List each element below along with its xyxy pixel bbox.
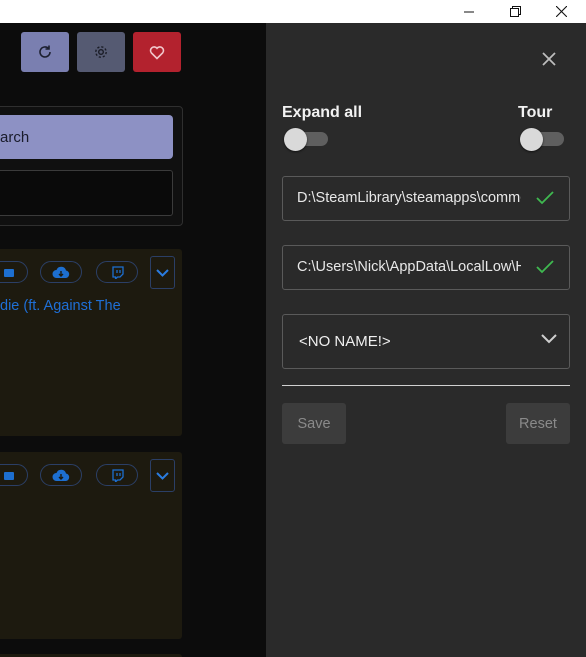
tour-toggle[interactable]	[518, 128, 566, 151]
gear-icon	[95, 46, 107, 58]
download-button[interactable]	[40, 261, 82, 283]
profile-select[interactable]: <NO NAME!>	[282, 314, 570, 369]
save-path-input[interactable]: C:\Users\Nick\AppData\LocalLow\Hinterlan…	[282, 245, 570, 290]
chevron-down-icon	[541, 334, 557, 344]
restore-button[interactable]	[492, 0, 538, 23]
expand-all-toggle[interactable]	[282, 128, 330, 151]
folder-icon	[4, 472, 14, 480]
mod-card: die (ft. Against The	[0, 249, 182, 436]
close-icon	[542, 52, 556, 66]
twitch-icon	[111, 265, 124, 279]
expand-card-button[interactable]	[150, 256, 175, 289]
folder-icon	[4, 269, 14, 277]
toggle-thumb	[520, 128, 543, 151]
main-app-area: arch die (ft. Against The	[0, 23, 266, 657]
close-icon	[555, 6, 567, 17]
search-button[interactable]: arch	[0, 115, 173, 159]
checkmark-icon	[536, 191, 554, 205]
game-path-input[interactable]: D:\SteamLibrary\steamapps\common\	[282, 176, 570, 221]
card-title-link[interactable]: die (ft. Against The	[0, 298, 182, 314]
search-input[interactable]	[0, 170, 173, 216]
game-path-value: D:\SteamLibrary\steamapps\common\	[297, 190, 521, 206]
mod-card	[0, 452, 182, 639]
reset-button[interactable]: Reset	[506, 403, 570, 444]
window-title-bar	[0, 0, 586, 23]
close-drawer-button[interactable]	[539, 49, 559, 69]
restore-icon	[509, 6, 521, 17]
refresh-button[interactable]	[21, 32, 69, 72]
save-path-value: C:\Users\Nick\AppData\LocalLow\Hinterlan…	[297, 259, 521, 275]
twitch-button[interactable]	[96, 464, 138, 486]
cloud-download-icon	[52, 266, 70, 278]
expand-all-label: Expand all	[282, 104, 363, 121]
favorite-button[interactable]	[133, 32, 181, 72]
heart-icon	[149, 45, 165, 60]
twitch-icon	[111, 468, 124, 482]
profile-selected-value: <NO NAME!>	[299, 333, 391, 350]
settings-button[interactable]	[77, 32, 125, 72]
card-action-button[interactable]	[0, 261, 28, 283]
tour-label: Tour	[518, 104, 553, 121]
toggle-thumb	[284, 128, 307, 151]
refresh-icon	[39, 45, 51, 58]
download-button[interactable]	[40, 464, 82, 486]
minimize-button[interactable]	[446, 0, 492, 23]
divider	[282, 385, 570, 386]
checkmark-icon	[536, 260, 554, 274]
card-action-button[interactable]	[0, 464, 28, 486]
chevron-down-icon	[156, 268, 169, 277]
minimize-icon	[464, 11, 474, 12]
settings-drawer: Expand all Tour D:\SteamLibrary\steamapp…	[266, 23, 586, 657]
cloud-download-icon	[52, 469, 70, 481]
twitch-button[interactable]	[96, 261, 138, 283]
window-close-button[interactable]	[538, 0, 584, 23]
chevron-down-icon	[156, 471, 169, 480]
save-button[interactable]: Save	[282, 403, 346, 444]
expand-card-button[interactable]	[150, 459, 175, 492]
